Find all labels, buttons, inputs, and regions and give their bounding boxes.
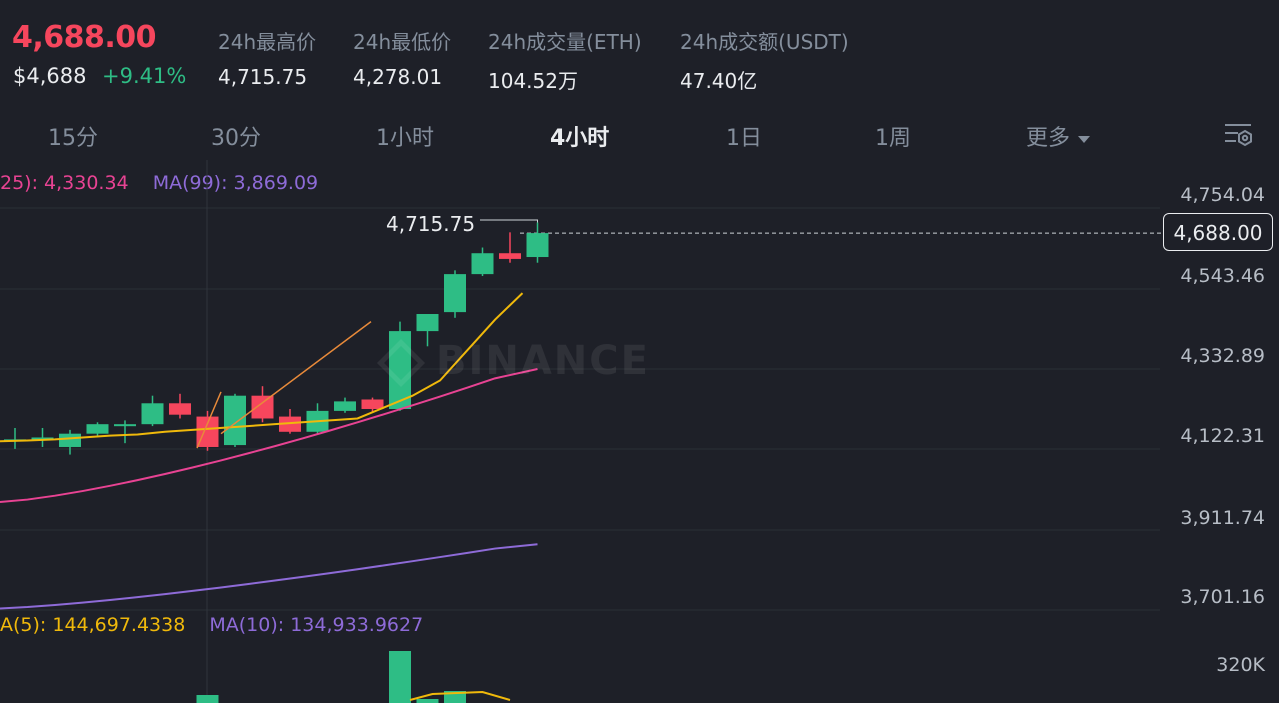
- stat-24h-turnover: 24h成交额(USDT) 47.40亿: [680, 26, 849, 94]
- stat-value: 104.52万: [488, 69, 578, 93]
- candle-body: [141, 403, 164, 425]
- tab-more-label: 更多: [1026, 126, 1071, 151]
- last-price: 4,688.00: [12, 20, 157, 55]
- caret-down-icon: [1078, 135, 1091, 143]
- price-axis-label: 4,332.89: [1180, 345, 1265, 367]
- candle-body: [416, 314, 439, 332]
- volume-bar: [389, 651, 411, 703]
- candle-body: [114, 424, 136, 427]
- candle-body: [361, 399, 384, 409]
- usd-price: $4,688: [13, 64, 87, 88]
- candle-body: [224, 395, 246, 446]
- stat-value: 47.40亿: [680, 69, 758, 93]
- stat-label: 24h最低价: [353, 30, 452, 54]
- tab-4h[interactable]: 4小时: [550, 120, 609, 152]
- high-price-annotation: 4,715.75: [386, 212, 476, 236]
- candle-body: [499, 253, 521, 259]
- ticker-header: 4,688.00 $4,688 +9.41% 24h最高价 4,715.75 2…: [0, 0, 1279, 100]
- volume-legend: A(5): 144,697.4338 MA(10): 134,933.9627: [0, 614, 423, 636]
- stat-label: 24h成交量(ETH): [488, 30, 642, 54]
- price-axis-label: 3,911.74: [1180, 507, 1265, 529]
- volume-axis-label: 320K: [1216, 654, 1265, 676]
- candle-body: [334, 401, 356, 411]
- change-percent: +9.41%: [102, 64, 187, 88]
- candle-body: [444, 274, 466, 313]
- candle-body: [471, 253, 494, 275]
- stat-value: 4,715.75: [218, 65, 308, 89]
- price-axis-label: 4,543.46: [1180, 265, 1265, 287]
- stat-value: 4,278.01: [353, 65, 443, 89]
- tab-more[interactable]: 更多: [1026, 120, 1091, 152]
- watermark: BINANCE: [376, 338, 650, 388]
- candle-body: [251, 395, 274, 419]
- binance-logo-icon: [376, 338, 426, 388]
- chart-settings-icon[interactable]: [1222, 118, 1254, 150]
- stat-24h-volume: 24h成交量(ETH) 104.52万: [488, 26, 642, 94]
- high-annotation-line: [480, 219, 538, 223]
- tab-30m[interactable]: 30分: [211, 120, 261, 152]
- stat-label: 24h成交额(USDT): [680, 30, 849, 54]
- vol-ma10-value: MA(10): 134,933.9627: [209, 614, 424, 636]
- stat-24h-high: 24h最高价 4,715.75: [218, 26, 316, 89]
- tab-15m[interactable]: 15分: [48, 120, 98, 152]
- candle-body: [59, 433, 81, 447]
- price-axis-label: 4,122.31: [1180, 425, 1265, 447]
- stat-label: 24h最高价: [218, 30, 317, 54]
- candle-body: [169, 403, 191, 415]
- stat-24h-low: 24h最低价 4,278.01: [353, 26, 451, 89]
- tab-1d[interactable]: 1日: [726, 120, 762, 152]
- watermark-text: BINANCE: [436, 338, 650, 384]
- vol-ma5-value: A(5): 144,697.4338: [0, 614, 186, 636]
- candle-body: [526, 233, 549, 258]
- tab-1w[interactable]: 1周: [875, 120, 911, 152]
- ma99-line: [0, 543, 538, 610]
- interval-tabs: 15分 30分 1小时 4小时 1日 1周 更多: [0, 112, 1279, 156]
- volume-bar: [196, 695, 219, 703]
- tab-1h[interactable]: 1小时: [376, 120, 434, 152]
- price-axis-label: 3,701.16: [1180, 586, 1265, 608]
- price-axis-label: 4,754.04: [1180, 184, 1265, 206]
- current-price-marker[interactable]: 4,688.00: [1163, 213, 1273, 251]
- volume-bar: [416, 699, 439, 703]
- candle-body: [86, 424, 109, 434]
